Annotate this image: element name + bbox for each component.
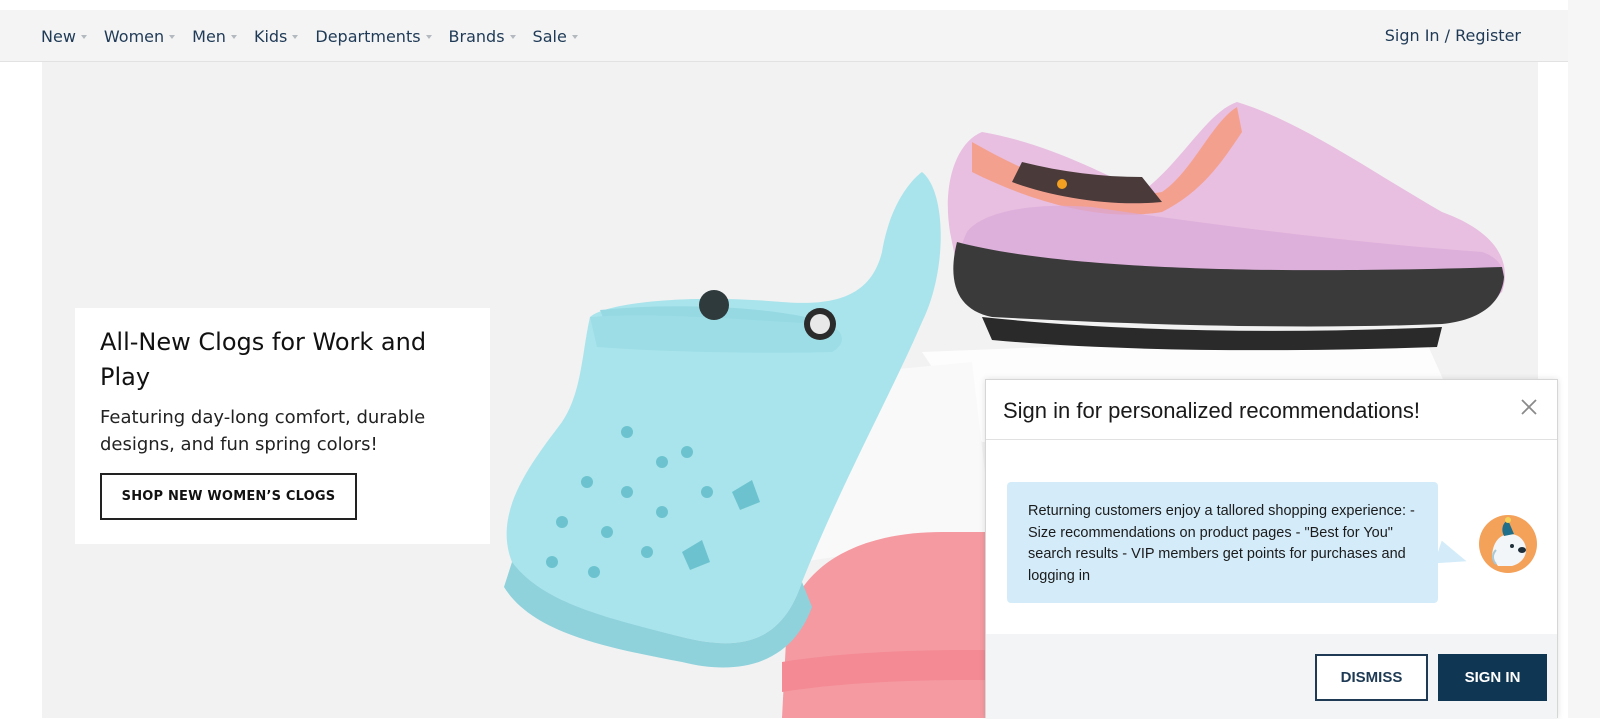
- bubble-tail: [1434, 540, 1471, 573]
- mascot-dog-icon: [1479, 515, 1537, 573]
- close-icon[interactable]: [1518, 396, 1540, 418]
- caret-down-icon: [292, 35, 299, 39]
- nav-item-sale[interactable]: Sale: [533, 27, 578, 46]
- nav-item-label: Women: [103, 26, 165, 46]
- caret-down-icon: [425, 35, 432, 39]
- nav-item-label: Brands: [448, 26, 505, 46]
- caret-down-icon: [230, 35, 237, 39]
- nav-item-label: New: [41, 26, 76, 46]
- caret-down-icon: [509, 35, 516, 39]
- caret-down-icon: [571, 35, 578, 39]
- nav-item-label: Kids: [253, 26, 288, 46]
- caret-down-icon: [80, 35, 87, 39]
- nav-item-men[interactable]: Men: [192, 27, 237, 46]
- promo-subtitle: Featuring day-long comfort, durable desi…: [100, 407, 426, 455]
- nav-item-label: Departments: [315, 26, 421, 46]
- page-scrollbar[interactable]: [1568, 0, 1600, 718]
- nav-item-label: Sale: [532, 26, 567, 46]
- message-text: Returning customers enjoy a tallored sho…: [1028, 503, 1415, 584]
- nav-item-kids[interactable]: Kids: [253, 26, 299, 46]
- top-navigation: New Women Men Kids Departments Brands Sa…: [0, 10, 1568, 62]
- nav-item-women[interactable]: Women: [103, 26, 176, 46]
- promo-title: All-New Clogs for Work and Play: [100, 328, 427, 391]
- message-bubble: Returning customers enjoy a tallored sho…: [1007, 482, 1471, 603]
- sign-in-button[interactable]: SIGN IN: [1438, 654, 1547, 701]
- nav-item-new[interactable]: New: [41, 27, 87, 46]
- sign-in-popup: Sign in for personalized recommendations…: [985, 379, 1558, 719]
- shop-new-womens-clogs-button[interactable]: SHOP NEW WOMEN’S CLOGS: [100, 473, 357, 520]
- nav-item-label: Men: [192, 26, 226, 46]
- popup-title: Sign in for personalized recommendations…: [1003, 398, 1421, 423]
- caret-down-icon: [169, 35, 176, 39]
- popup-footer: DISMISS SIGN IN: [986, 634, 1557, 719]
- popup-header: Sign in for personalized recommendations…: [986, 380, 1557, 440]
- promo-card: All-New Clogs for Work and Play Featurin…: [75, 308, 490, 544]
- dismiss-button[interactable]: DISMISS: [1315, 654, 1428, 701]
- nav-item-brands[interactable]: Brands: [449, 27, 516, 46]
- nav-menu: New Women Men Kids Departments Brands Sa…: [41, 10, 595, 62]
- sign-in-register-link[interactable]: Sign In / Register: [1385, 10, 1521, 62]
- nav-item-departments[interactable]: Departments: [315, 26, 432, 46]
